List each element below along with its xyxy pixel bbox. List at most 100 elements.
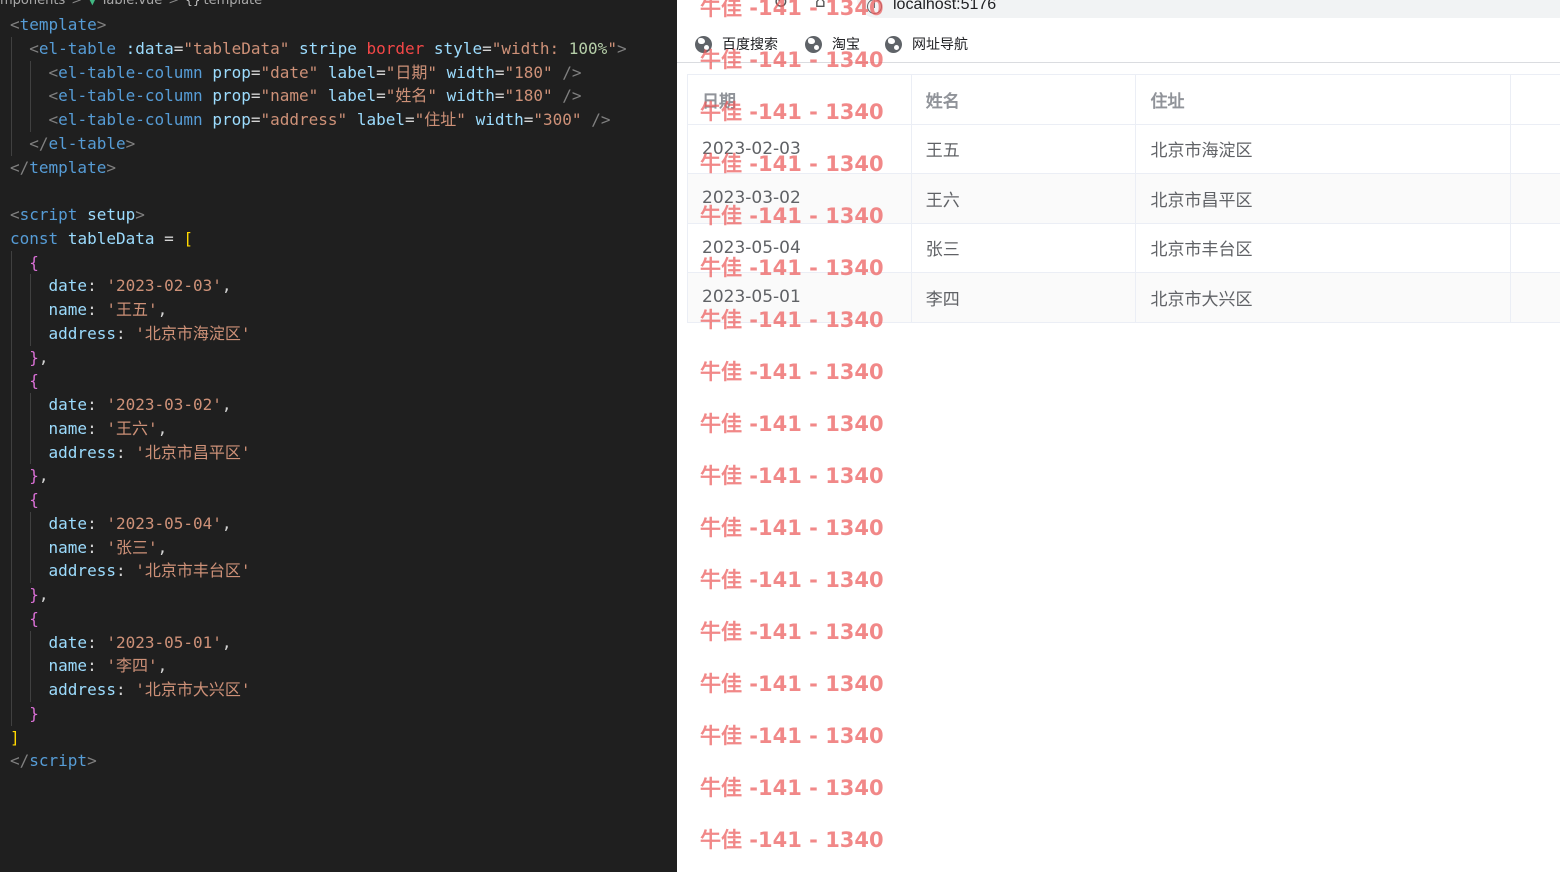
indent-guide (11, 440, 12, 465)
breadcrumb-separator: > (71, 0, 83, 8)
code-token: address (48, 442, 116, 462)
code-token: tableData (67, 228, 155, 248)
code-token: style (433, 38, 483, 58)
code-token: , (38, 585, 49, 604)
code-token: " (607, 38, 617, 58)
breadcrumb-folder[interactable]: mponents (0, 0, 65, 8)
code-line[interactable]: <el-table-column prop="date" label="日期" … (10, 60, 627, 85)
code-line[interactable]: address: '北京市海淀区' (10, 321, 627, 346)
bookmark-taobao[interactable]: 淘宝 (805, 31, 860, 57)
code-line[interactable]: const tableData = [ (10, 227, 627, 251)
indent-guide (11, 36, 12, 61)
code-token: = (523, 110, 534, 129)
vue-file-icon: ▼ (88, 0, 97, 7)
code-line[interactable]: date: '2023-02-03', (10, 274, 627, 298)
code-line[interactable]: }, (10, 583, 627, 607)
breadcrumb-symbol[interactable]: template (203, 0, 262, 8)
url-text[interactable]: localhost:5176 (893, 0, 996, 14)
code-token: template (19, 15, 97, 34)
home-icon[interactable]: ⌂ (815, 0, 826, 12)
code-token: , (221, 513, 232, 533)
code-line[interactable]: }, (10, 345, 627, 370)
browser-toolbar: ↻ ⌂ i localhost:5176 (677, 0, 1560, 22)
code-line[interactable]: { (10, 606, 627, 631)
table-cell-name: 王五 (912, 124, 1137, 173)
code-line[interactable]: date: '2023-05-04', (10, 511, 627, 536)
code-token: { (29, 608, 39, 628)
code-token: "姓名" (385, 86, 438, 106)
code-token: el-table-column (58, 110, 203, 129)
table-cell-date: 2023-02-03 (688, 124, 912, 173)
code-token: "width: (491, 38, 569, 58)
indent-guide (11, 630, 12, 655)
code-token: : (87, 418, 107, 438)
code-line[interactable]: name: '王五', (10, 298, 627, 322)
code-line[interactable]: { (10, 250, 627, 275)
indent-guide (11, 678, 12, 702)
breadcrumb-file[interactable]: Table.vue (101, 0, 163, 8)
code-token: '北京市大兴区' (135, 680, 251, 699)
code-token: el-table-column (58, 62, 203, 82)
code-line[interactable]: name: '李四', (10, 654, 627, 678)
code-line[interactable]: address: '北京市大兴区' (10, 678, 627, 702)
code-token: address (48, 561, 116, 581)
code-token: label (327, 86, 377, 106)
code-line[interactable]: } (10, 701, 627, 726)
table-cell-date: 2023-05-01 (688, 273, 912, 322)
indent-guide (11, 84, 12, 108)
code-line[interactable]: name: '王六', (10, 416, 627, 441)
table-cell-filler (1511, 125, 1560, 174)
code-line[interactable]: ] (10, 726, 627, 750)
code-editor-pane[interactable]: mponents > ▼ Table.vue >{} template <template… (0, 0, 677, 872)
code-token: < (10, 15, 20, 34)
code-token: > (106, 157, 116, 177)
code-line[interactable]: name: '张三', (10, 535, 627, 560)
code-token: = (376, 62, 386, 82)
code-line[interactable]: <template> (10, 13, 627, 37)
reload-icon[interactable]: ↻ (773, 0, 788, 13)
code-token: , (221, 276, 232, 296)
code-token: = (154, 228, 184, 248)
code-line[interactable] (10, 179, 627, 203)
code-token: > (616, 38, 627, 58)
code-line[interactable]: address: '北京市丰台区' (10, 559, 627, 583)
bookmark-baidu[interactable]: 百度搜索 (695, 31, 778, 57)
code-line[interactable]: <el-table-column prop="name" label="姓名" … (10, 84, 627, 108)
code-token: , (221, 632, 232, 652)
indent-guide (11, 559, 12, 583)
code-token: , (38, 347, 49, 367)
bookmark-nav[interactable]: 网址导航 (885, 31, 968, 57)
code-token: "name" (260, 86, 319, 106)
indent-guide (11, 108, 12, 132)
code-token: '北京市昌平区' (135, 442, 251, 462)
code-line[interactable]: date: '2023-05-01', (10, 630, 627, 655)
code-token: : (115, 561, 136, 581)
code-line[interactable]: date: '2023-03-02', (10, 393, 627, 417)
code-line[interactable]: </template> (10, 156, 627, 180)
code-line[interactable]: <el-table-column prop="address" label="住… (10, 108, 627, 132)
code-line[interactable]: }, (10, 464, 627, 488)
table-cell-date: 2023-05-04 (688, 223, 912, 272)
info-icon[interactable]: i (867, 0, 882, 14)
code-token: '北京市海淀区' (135, 323, 251, 343)
code-line[interactable]: address: '北京市昌平区' (10, 440, 627, 465)
address-bar[interactable]: i localhost:5176 (857, 0, 1560, 18)
code-line[interactable]: { (10, 369, 627, 393)
indent-guide (30, 274, 32, 298)
code-line[interactable]: </script> (10, 749, 627, 773)
code-line[interactable]: <el-table :data="tableData" stripe borde… (10, 36, 627, 61)
code-line[interactable]: </el-table> (10, 131, 627, 156)
code-line[interactable]: <script setup> (10, 203, 627, 227)
data-table: 日期 姓名 住址 2023-02-03 王五 北京市海淀区 2023-03-02… (687, 74, 1560, 323)
bookmark-label: 网址导航 (912, 37, 968, 53)
code-token: name (48, 656, 88, 676)
indent-guide (30, 298, 32, 322)
code-line[interactable]: { (10, 488, 627, 512)
code-area[interactable]: <template> <el-table :data="tableData" s… (10, 13, 627, 773)
